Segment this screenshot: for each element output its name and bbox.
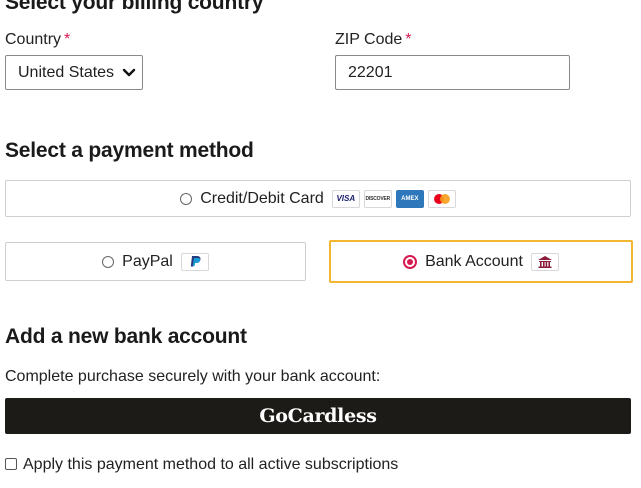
credit-card-option[interactable]: Credit/Debit Card VISA DISCOVER AMEX <box>5 180 631 217</box>
country-select-value: United States <box>18 63 115 81</box>
required-mark: * <box>64 31 71 48</box>
required-mark: * <box>405 31 412 48</box>
zip-label: ZIP Code * <box>335 31 412 49</box>
zip-code-input[interactable] <box>335 55 570 90</box>
paypal-option[interactable]: PayPal <box>5 242 306 281</box>
gocardless-button[interactable]: GoCardless <box>5 398 631 434</box>
card-logos: VISA DISCOVER AMEX <box>331 189 456 208</box>
visa-icon: VISA <box>331 189 360 208</box>
billing-heading: Select your billing country <box>5 0 264 14</box>
payment-method-heading: Select a payment method <box>5 139 254 162</box>
mastercard-icon <box>427 189 456 208</box>
paypal-radio[interactable] <box>102 255 115 268</box>
paypal-label: PayPal <box>122 252 173 270</box>
bank-account-label: Bank Account <box>425 252 523 270</box>
apply-all-row[interactable]: Apply this payment method to all active … <box>5 456 398 474</box>
bank-account-radio[interactable] <box>403 254 418 269</box>
apply-all-checkbox[interactable] <box>5 458 17 470</box>
paypal-icon <box>180 252 209 271</box>
credit-card-label: Credit/Debit Card <box>200 189 324 207</box>
bank-account-option[interactable]: Bank Account <box>329 240 633 283</box>
bank-account-heading: Add a new bank account <box>5 325 247 348</box>
bank-account-description: Complete purchase securely with your ban… <box>5 368 381 385</box>
credit-card-radio[interactable] <box>180 192 193 205</box>
amex-icon: AMEX <box>395 189 424 208</box>
gocardless-logo: GoCardless <box>259 405 377 427</box>
country-label: Country * <box>5 31 70 49</box>
zip-label-text: ZIP Code <box>335 31 403 48</box>
country-select[interactable]: United States <box>5 55 143 90</box>
apply-all-label: Apply this payment method to all active … <box>23 456 399 473</box>
chevron-down-icon <box>122 68 136 78</box>
bank-icon <box>530 252 559 271</box>
country-label-text: Country <box>5 31 62 48</box>
discover-icon: DISCOVER <box>363 189 392 208</box>
